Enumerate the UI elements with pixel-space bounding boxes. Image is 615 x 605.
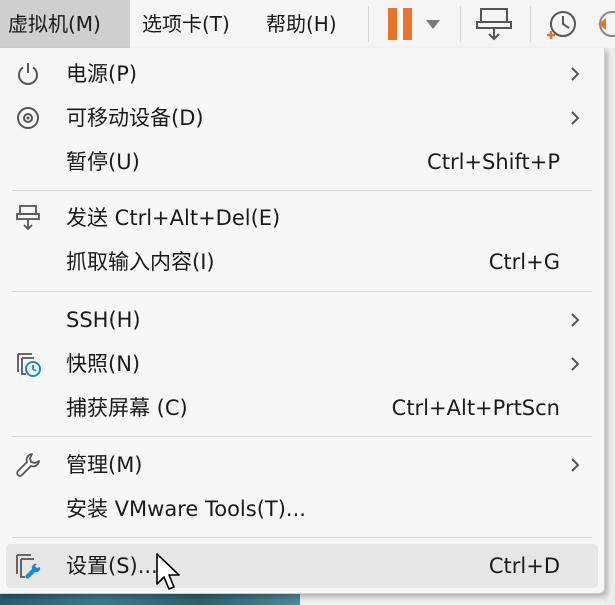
menu-item-grab-input[interactable]: 抓取输入内容(I) Ctrl+G [6, 240, 598, 284]
dropdown-caret-icon [426, 20, 440, 29]
menubar-item-tabs-label: 选项卡(T) [142, 12, 230, 36]
menu-item-label: 可移动设备(D) [66, 106, 204, 130]
menubar-item-help[interactable]: 帮助(H) [258, 0, 345, 48]
menu-item-label: SSH(H) [66, 308, 141, 332]
mouse-cursor-icon [156, 553, 180, 590]
menu-item-install-vmware-tools[interactable]: 安装 VMware Tools(T)... [6, 487, 598, 531]
send-ctrl-alt-del-icon[interactable] [472, 4, 516, 44]
toolbar-divider [530, 6, 531, 42]
menu-item-shortcut: Ctrl+Alt+PrtScn [391, 396, 560, 420]
menu-item-shortcut: Ctrl+G [488, 250, 560, 274]
wrench-icon [16, 453, 40, 477]
menu-item-label: 管理(M) [66, 453, 143, 477]
menu-separator [12, 436, 592, 437]
menu-item-label: 发送 Ctrl+Alt+Del(E) [66, 206, 281, 230]
menu-item-label: 设置(S)... [66, 554, 158, 578]
toolbar-divider [368, 6, 369, 42]
menu-bar: 虚拟机(M) 选项卡(T) 帮助(H) [0, 0, 615, 49]
snapshot-icon [17, 353, 41, 377]
menu-item-label: 安装 VMware Tools(T)... [66, 497, 306, 521]
menu-item-snapshot[interactable]: 快照(N) [6, 342, 598, 386]
menubar-item-vm-label: 虚拟机(M) [8, 12, 101, 36]
snapshot-icon[interactable] [542, 4, 582, 44]
vm-dropdown-menu: 电源(P) 可移动设备(D) 暂停(U) Ctrl+Shift+P 发送 Ctr… [0, 48, 605, 594]
menubar-item-help-label: 帮助(H) [266, 12, 337, 36]
menu-item-label: 快照(N) [66, 352, 141, 376]
menu-item-manage[interactable]: 管理(M) [6, 443, 598, 487]
menu-separator [12, 537, 592, 538]
menu-item-settings[interactable]: 设置(S)... Ctrl+D [6, 544, 598, 588]
menu-item-pause[interactable]: 暂停(U) Ctrl+Shift+P [6, 140, 598, 184]
toolbar-divider [460, 6, 461, 42]
menu-item-label: 抓取输入内容(I) [66, 250, 215, 274]
chevron-right-icon [571, 357, 580, 371]
menu-item-label: 暂停(U) [66, 150, 140, 174]
menu-item-send-ctrl-alt-del[interactable]: 发送 Ctrl+Alt+Del(E) [6, 196, 598, 240]
send-keys-icon [16, 205, 40, 231]
chevron-right-icon [571, 458, 580, 472]
revert-icon[interactable] [596, 4, 615, 44]
menu-item-shortcut: Ctrl+Shift+P [427, 150, 560, 174]
menu-item-shortcut: Ctrl+D [488, 554, 560, 578]
menu-item-label: 捕获屏幕 (C) [66, 396, 188, 420]
menu-item-removable-devices[interactable]: 可移动设备(D) [6, 96, 598, 140]
menu-item-ssh[interactable]: SSH(H) [6, 298, 598, 342]
menu-item-label: 电源(P) [66, 62, 138, 86]
menu-item-power[interactable]: 电源(P) [6, 52, 598, 96]
menu-separator [12, 291, 592, 292]
menu-separator [12, 190, 592, 191]
chevron-right-icon [571, 67, 580, 81]
window-edge [604, 48, 615, 605]
chevron-right-icon [571, 313, 580, 327]
menubar-item-vm[interactable]: 虚拟机(M) [0, 0, 130, 48]
removable-devices-icon [17, 107, 39, 129]
pause-icon[interactable] [380, 4, 450, 44]
chevron-right-icon [571, 111, 580, 125]
menubar-item-tabs[interactable]: 选项卡(T) [134, 0, 238, 48]
power-icon [18, 63, 38, 85]
menu-item-capture-screen[interactable]: 捕获屏幕 (C) Ctrl+Alt+PrtScn [6, 386, 598, 430]
settings-icon [16, 554, 41, 579]
